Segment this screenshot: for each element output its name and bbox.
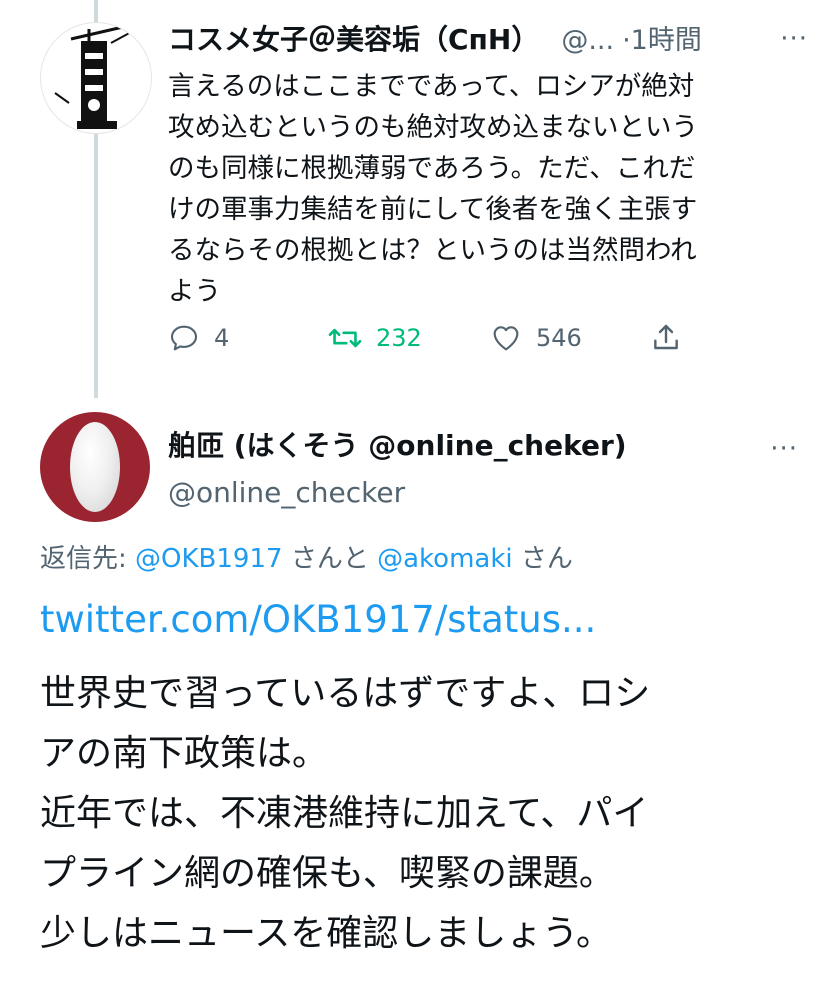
tweet-text-line: 近年では、不凍港維持に加えて、パイ	[40, 793, 649, 834]
tweet-text-line: のも同様に根拠薄弱であろう。ただ、これだ	[168, 153, 696, 184]
replying-to-suffix: さん	[512, 544, 573, 574]
mention-link[interactable]: @OKB1917	[135, 544, 283, 574]
reply-count: 4	[214, 324, 230, 352]
like-count: 546	[536, 324, 582, 352]
user-handle[interactable]: @online_checker	[168, 476, 627, 509]
tweet-text: 言えるのはここまでであって、ロシアが絶対 攻め込むというのも絶対攻め込まないとい…	[168, 66, 798, 312]
like-button[interactable]: 546	[490, 322, 582, 354]
replying-to: 返信先: @OKB1917 さんと @akomaki さん	[40, 538, 573, 575]
heart-icon	[493, 326, 519, 351]
tweet-header: コスメ女子＠美容垢（СпН） @... ·1時間	[168, 18, 798, 62]
tweet-text-line: 少しはニュースを確認しましょう。	[40, 913, 613, 954]
replying-to-conjunction: さんと	[282, 544, 378, 574]
avatar[interactable]	[40, 22, 152, 134]
tweet-text-line: アの南下政策は。	[40, 733, 329, 774]
replying-to-label: 返信先:	[40, 544, 136, 574]
more-options-icon[interactable]: ···	[770, 434, 798, 464]
retweet-icon	[328, 328, 362, 348]
tweet-text-line: よう	[168, 276, 221, 307]
tweet-text-line: るならその根拠とは？というのは当然問われ	[168, 235, 697, 266]
tweet-author: 舶匝 (はくそう @online_cheker) @online_checker	[168, 424, 627, 509]
share-button[interactable]	[650, 322, 682, 354]
retweet-button[interactable]: 232	[328, 322, 422, 354]
user-handle[interactable]: @...	[561, 25, 614, 56]
avatar-egg-shape	[70, 422, 120, 512]
share-icon	[654, 324, 678, 350]
mention-link[interactable]: @akomaki	[377, 544, 513, 574]
reply-button[interactable]: 4	[168, 322, 229, 354]
more-options-icon[interactable]: ···	[780, 24, 808, 54]
retweet-count: 232	[376, 324, 422, 352]
tweet-text-line: 攻め込むというのも絶対攻め込まないという	[168, 112, 698, 143]
tweet-actions: 4 232 546	[168, 322, 728, 368]
timestamp[interactable]: ·1時間	[622, 18, 702, 57]
tweet-text-line: 言えるのはここまでであって、ロシアが絶対	[168, 71, 695, 102]
tweet-text-line: プライン網の確保も、喫緊の課題。	[40, 853, 615, 894]
tweet-text: 世界史で習っているはずですよ、ロシ アの南下政策は。 近年では、不凍港維持に加え…	[40, 664, 810, 964]
tweet-text-line: けの軍事力集結を前にして後者を強く主張す	[168, 194, 698, 225]
tweet-text-line: 世界史で習っているはずですよ、ロシ	[40, 673, 651, 714]
avatar-illustration	[54, 25, 134, 129]
display-name[interactable]: コスメ女子＠美容垢（СпН）	[168, 18, 539, 58]
tweet-link[interactable]: twitter.com/OKB1917/status...	[40, 598, 596, 641]
display-name[interactable]: 舶匝 (はくそう @online_cheker)	[168, 424, 627, 464]
reply-icon	[170, 325, 198, 351]
tweet-quoted[interactable]: コスメ女子＠美容垢（СпН） @... ·1時間 ··· 言えるのはここまでであ…	[168, 18, 807, 312]
avatar[interactable]	[40, 412, 150, 522]
